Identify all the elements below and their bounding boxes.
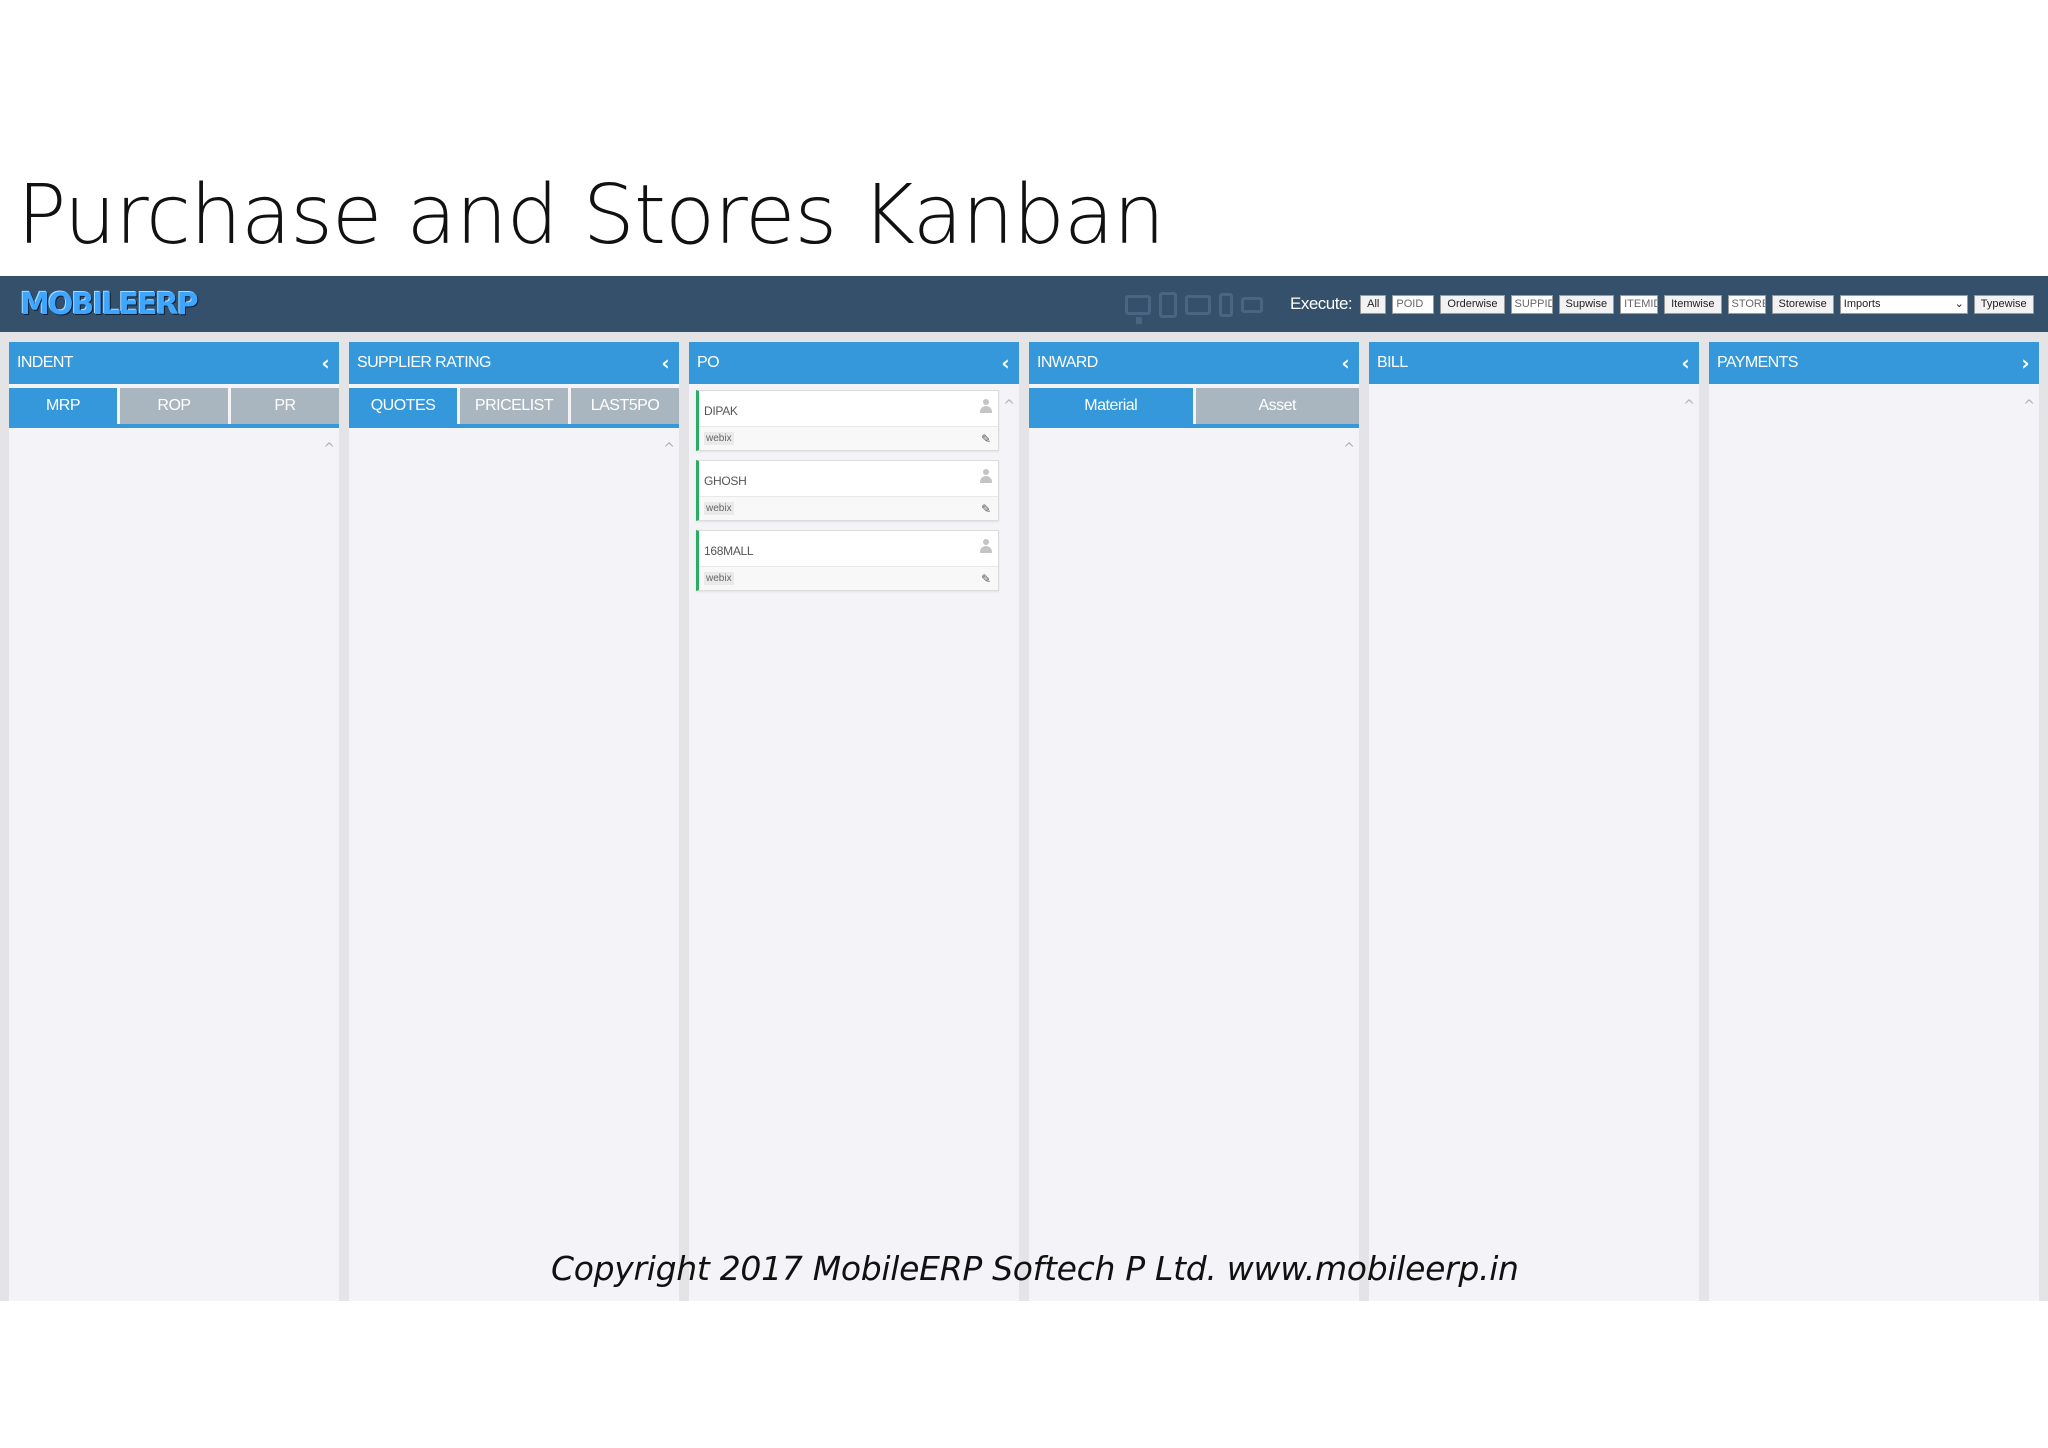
column-title-po: PO [697, 354, 720, 371]
column-header-indent[interactable]: INDENT ‹ [9, 342, 339, 384]
column-title-supplier-rating: SUPPLIER RATING [357, 354, 491, 371]
expand-arrow-icon[interactable]: › [2021, 351, 2029, 375]
column-bill: BILL ‹ ^ [1369, 342, 1699, 1301]
column-title-bill: BILL [1377, 354, 1408, 371]
tab-mrp[interactable]: MRP [9, 388, 117, 424]
collapse-arrow-icon[interactable]: ‹ [1341, 351, 1349, 375]
top-toolbar: MOBILEERP Execute: All POID Orderwise SU… [0, 276, 2048, 332]
pencil-icon[interactable]: ✎ [981, 572, 991, 586]
slide-title: Purchase and Stores Kanban [17, 168, 1165, 263]
scroll-up-icon[interactable]: ^ [323, 441, 335, 457]
po-card[interactable]: 168MALL webix ✎ [696, 530, 999, 591]
column-header-inward[interactable]: INWARD ‹ [1029, 342, 1359, 384]
column-title-indent: INDENT [17, 354, 74, 371]
execute-label: Execute: [1290, 294, 1353, 313]
column-title-payments: PAYMENTS [1717, 354, 1798, 371]
orderwise-button[interactable]: Orderwise [1440, 294, 1505, 314]
column-payments: PAYMENTS › ^ [1709, 342, 2039, 1301]
kanban-board: INDENT ‹ MRP ROP PR ^ SUPPLIER RATING ‹ … [0, 332, 2048, 1301]
column-header-payments[interactable]: PAYMENTS › [1709, 342, 2039, 384]
tab-pricelist[interactable]: PRICELIST [460, 388, 568, 424]
tab-last5po[interactable]: LAST5PO [571, 388, 679, 424]
card-tag: webix [704, 432, 734, 445]
tabs-indent: MRP ROP PR [9, 388, 339, 428]
suppid-input[interactable]: SUPPID [1510, 294, 1553, 314]
phone-portrait-icon[interactable] [1219, 293, 1233, 317]
column-header-po[interactable]: PO ‹ [689, 342, 1019, 384]
supwise-button[interactable]: Supwise [1558, 294, 1615, 314]
tab-pr[interactable]: PR [231, 388, 339, 424]
column-po: PO ‹ ^ DIPAK webix ✎ GHOSH webix ✎ 168MA… [689, 342, 1019, 1301]
scroll-up-icon[interactable]: ^ [2023, 398, 2035, 414]
card-footer: webix ✎ [699, 426, 998, 450]
column-header-bill[interactable]: BILL ‹ [1369, 342, 1699, 384]
card-name: GHOSH [704, 474, 747, 488]
tab-quotes[interactable]: QUOTES [349, 388, 457, 424]
scroll-up-icon[interactable]: ^ [1683, 398, 1695, 414]
tabs-inward: Material Asset [1029, 388, 1359, 428]
all-button[interactable]: All [1360, 294, 1387, 314]
tab-material[interactable]: Material [1029, 388, 1193, 424]
card-tag: webix [704, 572, 734, 585]
storewise-button[interactable]: Storewise [1771, 294, 1834, 314]
po-card[interactable]: DIPAK webix ✎ [696, 390, 999, 451]
pencil-icon[interactable]: ✎ [981, 432, 991, 446]
column-indent: INDENT ‹ MRP ROP PR ^ [9, 342, 339, 1301]
execute-bar: Execute: All POID Orderwise SUPPID Supwi… [1290, 292, 2034, 316]
tablet-portrait-icon[interactable] [1159, 292, 1177, 318]
column-header-supplier-rating[interactable]: SUPPLIER RATING ‹ [349, 342, 679, 384]
pencil-icon[interactable]: ✎ [981, 502, 991, 516]
card-name: DIPAK [704, 404, 738, 418]
card-footer: webix ✎ [699, 496, 998, 520]
column-supplier-rating: SUPPLIER RATING ‹ QUOTES PRICELIST LAST5… [349, 342, 679, 1301]
scroll-up-icon[interactable]: ^ [663, 441, 675, 457]
collapse-arrow-icon[interactable]: ‹ [1681, 351, 1689, 375]
itemwise-button[interactable]: Itemwise [1664, 294, 1722, 314]
copyright-footer: Copyright 2017 MobileERP Softech P Ltd. … [551, 1249, 1519, 1288]
card-footer: webix ✎ [699, 566, 998, 590]
collapse-arrow-icon[interactable]: ‹ [1001, 351, 1009, 375]
device-preview-icons [1125, 290, 1263, 324]
tablet-landscape-icon[interactable] [1185, 295, 1211, 315]
typewise-button[interactable]: Typewise [1973, 294, 2034, 314]
store-input[interactable]: STORE [1727, 294, 1766, 314]
scroll-up-icon[interactable]: ^ [1003, 398, 1015, 414]
column-inward: INWARD ‹ Material Asset ^ [1029, 342, 1359, 1301]
itemid-input[interactable]: ITEMID [1620, 294, 1659, 314]
tab-asset[interactable]: Asset [1195, 388, 1359, 424]
tabs-supplier-rating: QUOTES PRICELIST LAST5PO [349, 388, 679, 428]
column-title-inward: INWARD [1037, 354, 1098, 371]
phone-landscape-icon[interactable] [1241, 297, 1263, 313]
desktop-icon[interactable] [1125, 295, 1151, 324]
collapse-arrow-icon[interactable]: ‹ [321, 351, 329, 375]
user-icon[interactable] [980, 469, 992, 483]
user-icon[interactable] [980, 399, 992, 413]
chevron-down-icon: ⌄ [1954, 297, 1964, 310]
user-icon[interactable] [980, 539, 992, 553]
type-select-value: Imports [1843, 297, 1881, 310]
tab-rop[interactable]: ROP [120, 388, 228, 424]
type-select[interactable]: Imports ⌄ [1839, 294, 1968, 314]
mobileerp-logo: MOBILEERP [20, 286, 199, 322]
po-card[interactable]: GHOSH webix ✎ [696, 460, 999, 521]
card-name: 168MALL [704, 544, 754, 558]
collapse-arrow-icon[interactable]: ‹ [661, 351, 669, 375]
scroll-up-icon[interactable]: ^ [1343, 441, 1355, 457]
poid-input[interactable]: POID [1392, 294, 1435, 314]
card-tag: webix [704, 502, 734, 515]
